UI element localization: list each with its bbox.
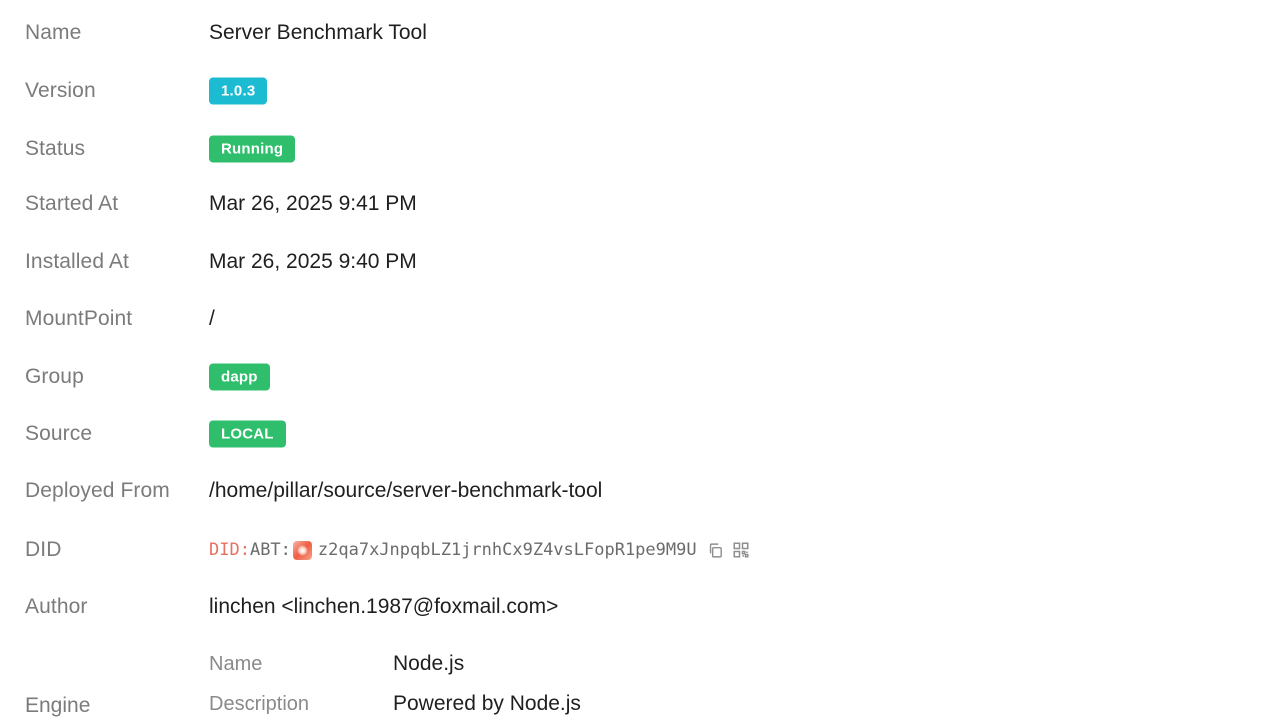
engine-name-label: Name [209,653,263,675]
field-row-installed-at: Installed At Mar 26, 2025 9:40 PM [0,242,1280,282]
started-at-value: Mar 26, 2025 9:41 PM [209,192,417,215]
field-label: Name [25,21,82,44]
field-row-author: Author linchen <linchen.1987@foxmail.com… [0,587,1280,627]
did-avatar-icon [292,540,312,560]
field-label: Group [25,365,84,388]
did-address[interactable]: DID: ABT: z2qa7xJnpqbLZ1jrnhCx9Z4vsLFopR… [209,540,697,560]
did-container: DID: ABT: z2qa7xJnpqbLZ1jrnhCx9Z4vsLFopR… [209,540,751,560]
did-method: ABT: [249,540,291,560]
field-label: Started At [25,192,119,215]
engine-name-value: Node.js [393,652,465,675]
app-name-value: Server Benchmark Tool [209,21,427,44]
mountpoint-value: / [209,307,215,330]
did-address-text: z2qa7xJnpqbLZ1jrnhCx9Z4vsLFopR1pe9M9U [317,540,697,560]
engine-description-value: Powered by Node.js [393,692,581,715]
source-badge: LOCAL [209,420,286,448]
field-row-status: Status Running [0,129,1280,169]
field-label: Author [25,595,88,618]
status-badge: Running [209,135,296,163]
field-row-group: Group dapp [0,357,1280,397]
field-label: DID [25,538,62,561]
field-row-version: Version 1.0.3 [0,71,1280,111]
qrcode-icon[interactable] [731,540,751,560]
group-badge: dapp [209,363,270,391]
source-container: LOCAL [209,420,286,448]
deployed-from-value: /home/pillar/source/server-benchmark-too… [209,479,603,502]
group-container: dapp [209,363,270,391]
field-label: Status [25,137,86,160]
version-container: 1.0.3 [209,77,268,105]
field-row-did: DID DID: ABT: z2qa7xJnpqbLZ1jrnhCx9Z4vsL… [0,530,1280,570]
did-prefix: DID: [209,540,250,560]
field-row-deployed-from: Deployed From /home/pillar/source/server… [0,471,1280,511]
installed-at-value: Mar 26, 2025 9:40 PM [209,250,417,273]
field-row-source: Source LOCAL [0,414,1280,454]
field-row-name: Name Server Benchmark Tool [0,13,1280,53]
field-label: Source [25,422,93,445]
field-label: MountPoint [25,307,133,330]
copy-icon[interactable] [706,540,726,560]
field-label: Engine [25,694,91,717]
engine-description-label: Description [209,693,310,715]
author-value: linchen <linchen.1987@foxmail.com> [209,595,559,618]
field-label: Deployed From [25,479,170,502]
field-row-mountpoint: MountPoint / [0,299,1280,339]
version-badge: 1.0.3 [209,77,268,105]
field-label: Version [25,79,96,102]
field-row-started-at: Started At Mar 26, 2025 9:41 PM [0,184,1280,224]
status-container: Running [209,135,296,163]
field-label: Installed At [25,250,129,273]
